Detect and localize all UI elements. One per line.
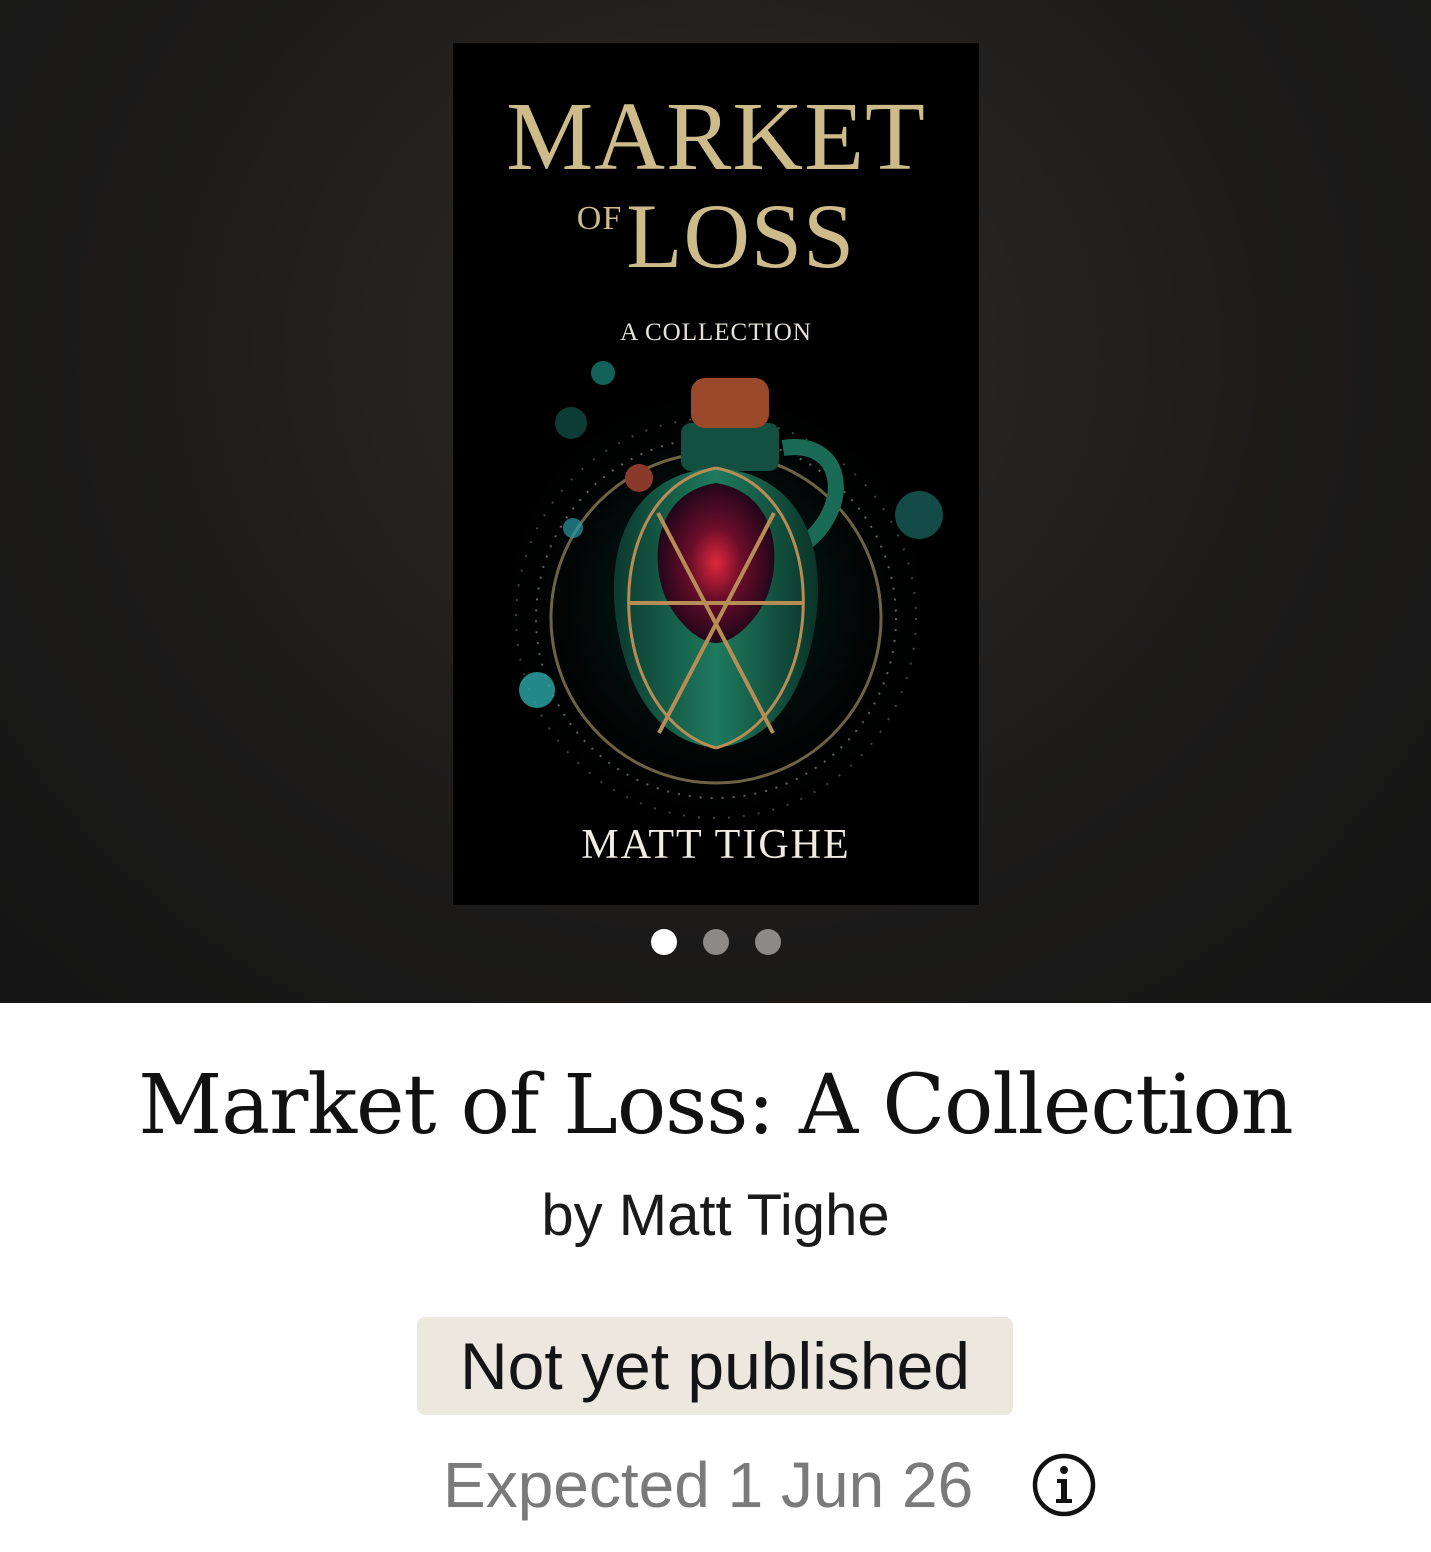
expected-date: Expected 1 Jun 26 bbox=[443, 1449, 974, 1521]
cover-title-loss: OFLOSS bbox=[453, 183, 979, 289]
cover-author: MATT TIGHE bbox=[581, 822, 851, 868]
book-cover-image[interactable]: MARKET OFLOSS A COLLECTION MATT TIGHE bbox=[453, 43, 979, 905]
expected-date-row: Expected 1 Jun 26 bbox=[0, 1446, 1431, 1526]
cover-title-of: OF bbox=[576, 200, 623, 237]
cover-subtitle: A COLLECTION bbox=[620, 319, 812, 346]
cover-carousel[interactable]: MARKET OFLOSS A COLLECTION MATT TIGHE bbox=[0, 0, 1431, 1003]
book-author[interactable]: by Matt Tighe bbox=[0, 1182, 1431, 1249]
carousel-dot-3[interactable] bbox=[754, 929, 781, 955]
cover-title-market: MARKET bbox=[506, 83, 926, 191]
carousel-dot-2[interactable] bbox=[702, 929, 729, 955]
book-title: Market of Loss: A Collection bbox=[138, 1058, 1293, 1153]
carousel-page-indicator[interactable] bbox=[0, 929, 1431, 955]
status-badge: Not yet published bbox=[417, 1317, 1013, 1415]
info-icon[interactable] bbox=[1031, 1452, 1097, 1518]
cover-title-loss-word: LOSS bbox=[626, 185, 856, 287]
carousel-dot-1[interactable] bbox=[650, 929, 677, 955]
